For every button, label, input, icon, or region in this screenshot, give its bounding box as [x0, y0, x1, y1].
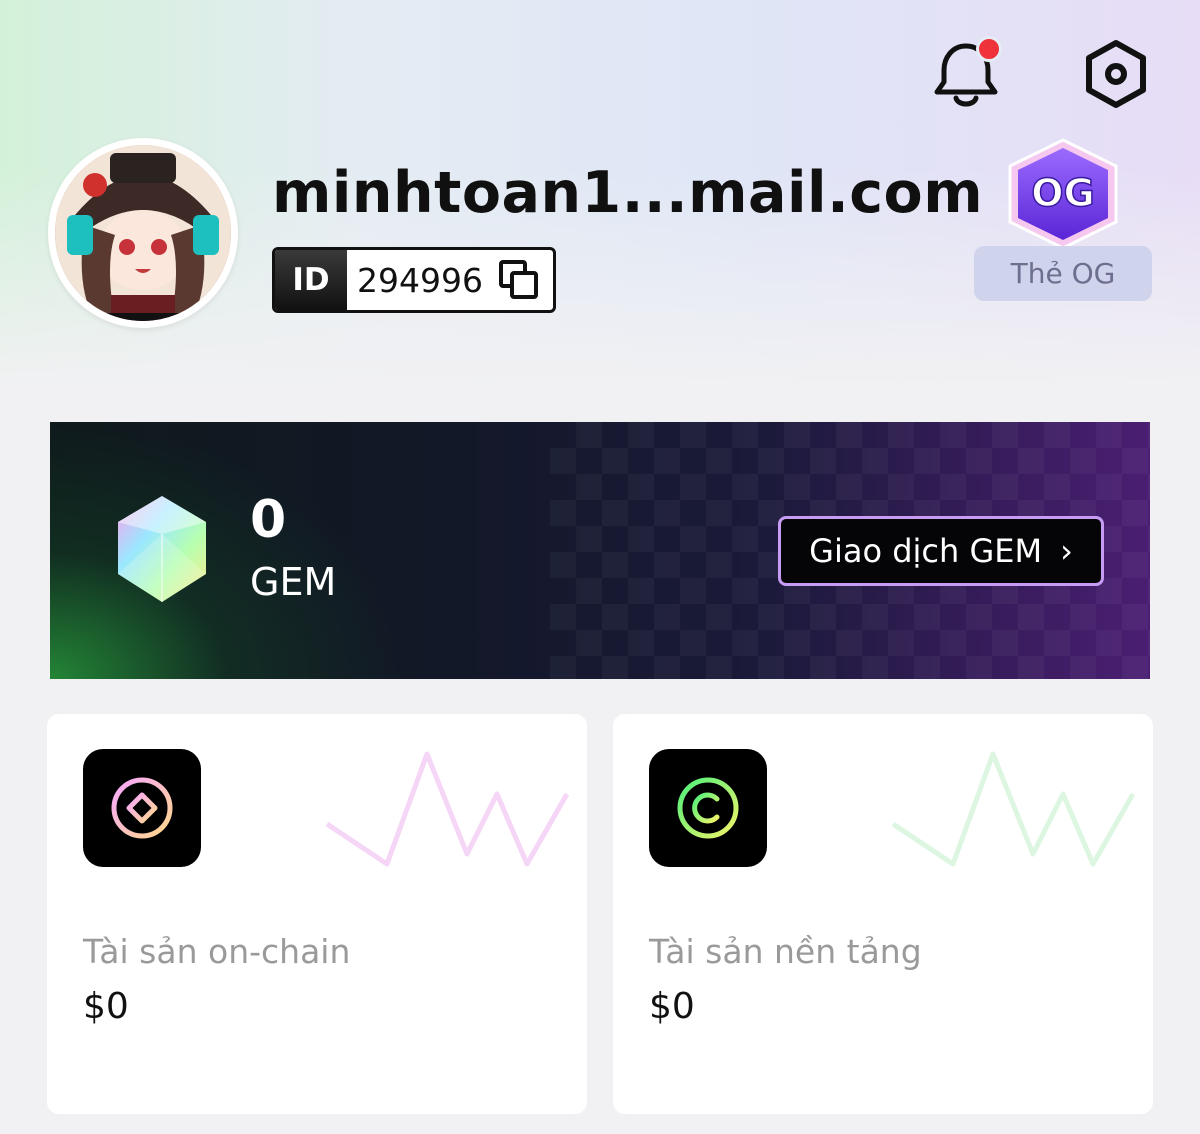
platform-assets-label: Tài sản nền tảng: [649, 932, 922, 971]
avatar-image: [55, 145, 231, 321]
onchain-assets-card[interactable]: Tài sản on-chain $0: [47, 714, 587, 1114]
gem-trade-button[interactable]: Giao dịch GEM ›: [778, 516, 1104, 586]
gem-banner: 0 GEM Giao dịch GEM ›: [50, 422, 1150, 679]
platform-assets-card[interactable]: Tài sản nền tảng $0: [613, 714, 1153, 1114]
user-id-box: ID 294996: [272, 247, 556, 313]
notification-dot: [976, 36, 1002, 62]
gear-icon[interactable]: [1082, 38, 1150, 110]
chevron-right-icon: ›: [1060, 532, 1073, 570]
gem-unit: GEM: [250, 560, 337, 604]
platform-c-icon: [649, 749, 767, 867]
gem-icon: [118, 496, 206, 602]
username: minhtoan1...mail.com: [272, 160, 984, 226]
og-card-label[interactable]: Thẻ OG: [974, 246, 1152, 301]
avatar[interactable]: [48, 138, 238, 328]
platform-assets-value: $0: [649, 986, 695, 1027]
id-label: ID: [275, 250, 347, 310]
platform-wave-decoration: [891, 751, 1136, 867]
copy-icon[interactable]: [497, 258, 541, 302]
og-badge-text: OG: [1031, 171, 1095, 215]
gem-count: 0: [250, 490, 287, 550]
onchain-wave-decoration: [325, 751, 570, 867]
onchain-assets-value: $0: [83, 986, 129, 1027]
id-value: 294996: [357, 260, 483, 300]
onchain-assets-label: Tài sản on-chain: [83, 932, 351, 971]
onchain-diamond-icon: [83, 749, 201, 867]
gem-trade-label: Giao dịch GEM: [809, 532, 1043, 570]
og-badge-icon[interactable]: OG: [1004, 138, 1122, 250]
